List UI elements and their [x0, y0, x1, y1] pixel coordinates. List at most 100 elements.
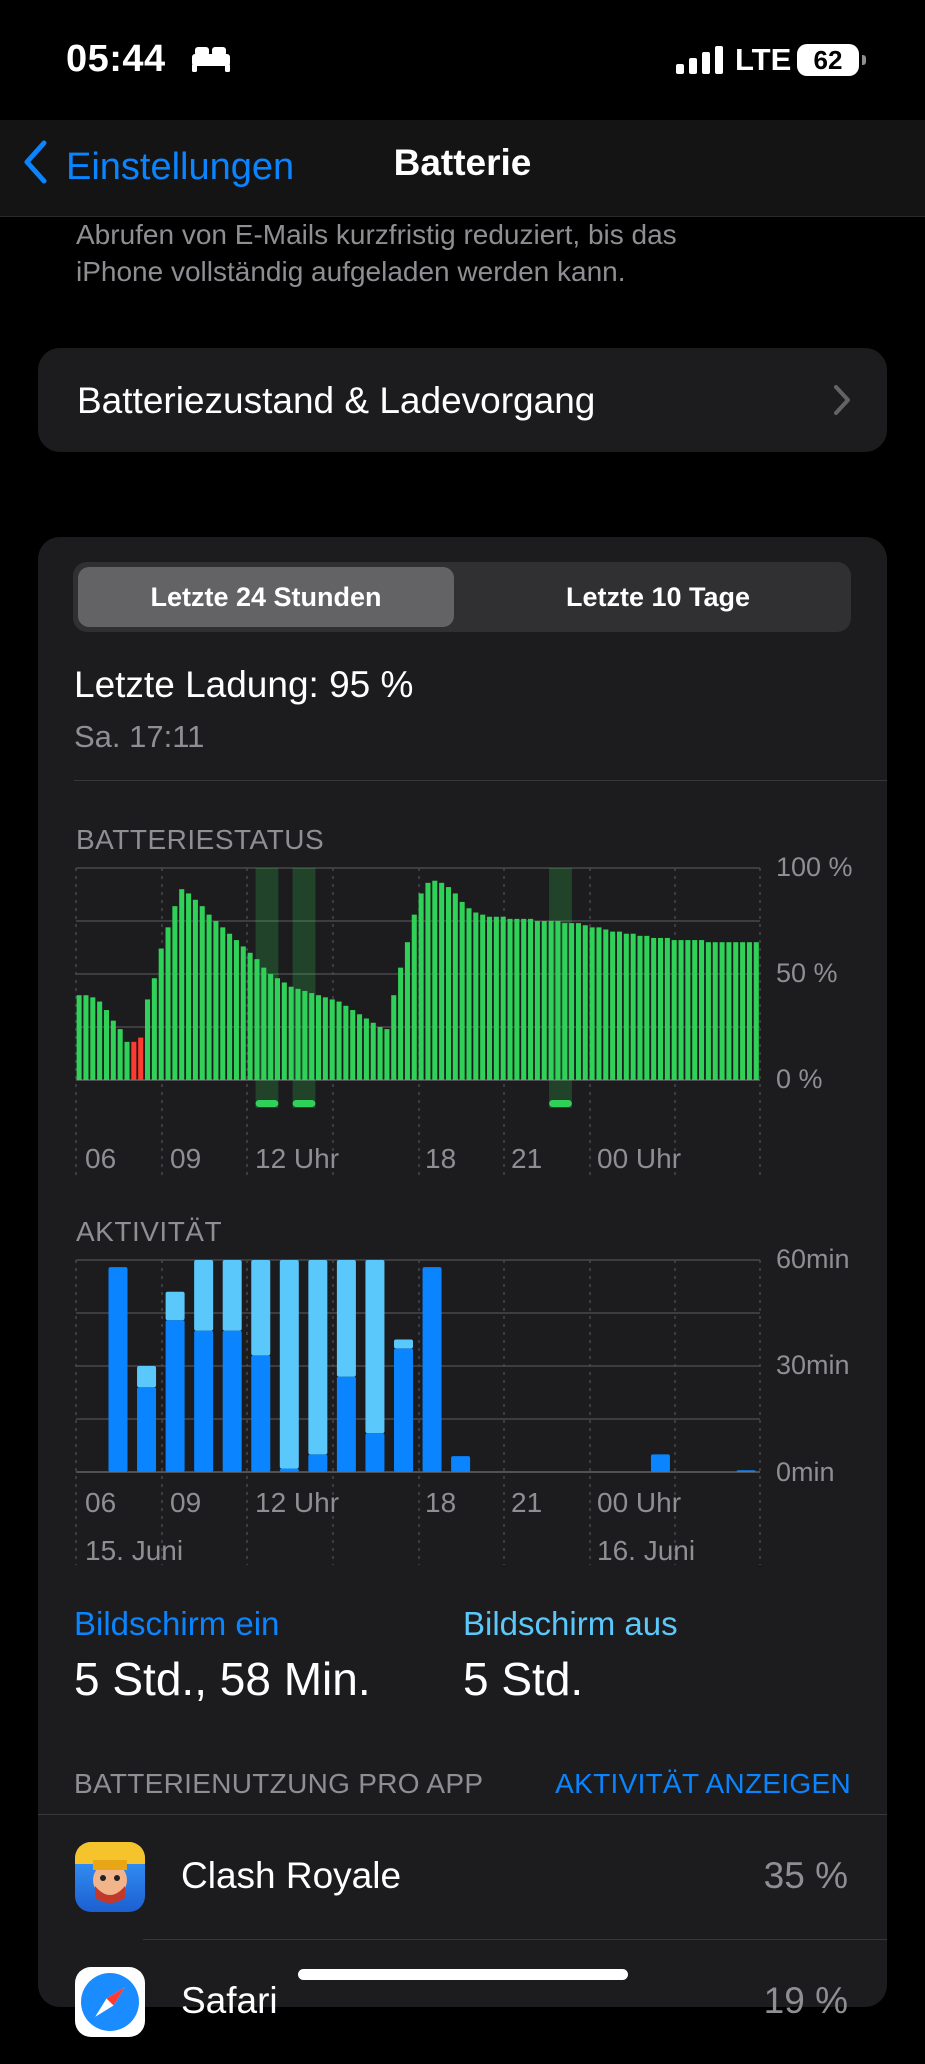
show-activity-link[interactable]: AKTIVITÄT ANZEIGEN: [555, 1768, 851, 1800]
screen-off-bar: [394, 1339, 413, 1349]
battery-health-row[interactable]: Batteriezustand & Ladevorgang: [38, 348, 887, 452]
battery-bar: [192, 899, 198, 1080]
list-item[interactable]: Safari 19 %: [38, 1940, 887, 2064]
battery-bar: [541, 921, 547, 1080]
battery-x-label: 06: [85, 1143, 117, 1174]
battery-bar: [131, 1041, 137, 1080]
battery-bar: [103, 1010, 109, 1080]
battery-bar: [658, 937, 664, 1080]
battery-bar: [548, 921, 554, 1080]
activity-x-label: 09: [170, 1487, 202, 1518]
activity-chart-header: AKTIVITÄT: [76, 1216, 223, 1247]
battery-bar: [240, 946, 246, 1080]
battery-bar: [651, 937, 657, 1080]
battery-y-label: 100 %: [776, 852, 853, 882]
activity-x-label: 18: [425, 1487, 457, 1518]
bed-icon: [190, 44, 232, 79]
segment-last-10-days[interactable]: Letzte 10 Tage: [470, 567, 846, 627]
screen-off-label: Bildschirm aus: [463, 1605, 678, 1642]
screen-on-bar: [451, 1456, 471, 1472]
segment-last-24-hours[interactable]: Letzte 24 Stunden: [78, 567, 454, 627]
app-percent: 19 %: [763, 1980, 848, 2021]
battery-bar: [124, 1041, 130, 1080]
battery-bar: [117, 1029, 123, 1080]
battery-x-label: 00 Uhr: [597, 1143, 682, 1174]
battery-bar: [227, 933, 233, 1080]
battery-bar: [534, 921, 540, 1080]
battery-bar: [432, 880, 438, 1080]
battery-x-label: 12 Uhr: [255, 1143, 340, 1174]
battery-bar: [404, 942, 410, 1080]
battery-bar: [487, 916, 493, 1080]
battery-bar: [439, 882, 445, 1080]
battery-bar: [733, 942, 739, 1080]
battery-bar: [582, 925, 588, 1080]
page-title: Batterie: [393, 142, 532, 183]
battery-bar: [712, 942, 718, 1080]
screen-off-bar: [308, 1260, 328, 1455]
battery-bar: [528, 918, 534, 1080]
battery-bar: [268, 974, 274, 1080]
battery-bar: [452, 893, 458, 1080]
battery-bar: [480, 914, 486, 1080]
screen-on-bar: [650, 1454, 670, 1472]
battery-bar: [603, 929, 609, 1080]
home-indicator[interactable]: [298, 1969, 628, 1980]
screen-on-value: 5 Std., 58 Min.: [74, 1653, 371, 1705]
battery-bar: [302, 990, 308, 1080]
battery-bar: [254, 959, 260, 1080]
battery-bar: [377, 1027, 383, 1080]
list-item[interactable]: Clash Royale 35 %: [38, 1815, 887, 1939]
chevron-right-icon: [833, 384, 851, 421]
battery-bar: [562, 923, 568, 1080]
battery-bar: [575, 923, 581, 1080]
screen-on-bar: [108, 1267, 128, 1472]
activity-date-label: 16. Juni: [597, 1535, 696, 1566]
battery-bar: [466, 908, 472, 1080]
battery-bar: [671, 940, 677, 1080]
battery-bar: [596, 927, 602, 1080]
battery-bar: [664, 937, 670, 1080]
battery-bar: [753, 942, 759, 1080]
screen-on-bar: [137, 1387, 157, 1472]
last-charge-label: Letzte Ladung: 95 %: [74, 664, 414, 705]
battery-bar: [165, 927, 171, 1080]
battery-bar: [685, 940, 691, 1080]
intro-text-line: Abrufen von E-Mails kurzfristig reduzier…: [76, 219, 677, 250]
app-name: Clash Royale: [181, 1855, 402, 1896]
screen-on-bar: [736, 1470, 756, 1472]
screen-on-bar: [251, 1355, 271, 1472]
battery-bar: [610, 931, 616, 1080]
battery-bar: [97, 1001, 103, 1080]
battery-bar: [186, 893, 192, 1080]
activity-x-label: 00 Uhr: [597, 1487, 682, 1518]
signal-bars-icon: [676, 46, 724, 79]
battery-bar: [616, 931, 622, 1080]
battery-bar: [493, 916, 499, 1080]
navigation-bar: Einstellungen Batterie: [0, 120, 925, 217]
battery-bar: [343, 1005, 349, 1080]
screen-on-bar: [279, 1468, 299, 1472]
battery-bar: [521, 918, 527, 1080]
screen-off-bar: [165, 1291, 185, 1321]
battery-bar: [90, 997, 96, 1080]
battery-bar: [569, 923, 575, 1080]
battery-bar: [213, 921, 219, 1080]
app-name: Safari: [181, 1980, 278, 2021]
battery-bar: [398, 967, 404, 1080]
last-charge-date: Sa. 17:11: [74, 719, 205, 754]
screen-on-bar: [365, 1433, 385, 1472]
battery-bar: [288, 986, 294, 1080]
period-segmented-control: Letzte 24 Stunden Letzte 10 Tage: [73, 562, 851, 632]
battery-bar: [281, 982, 287, 1080]
battery-bar: [138, 1037, 144, 1080]
screen-on-bar: [165, 1320, 185, 1472]
screen-on-bar: [194, 1330, 214, 1472]
battery-y-label: 0 %: [776, 1064, 823, 1094]
app-usage-header: BATTERIENUTZUNG PRO APP: [74, 1768, 484, 1799]
charging-indicator: [255, 1100, 279, 1107]
battery-bar: [233, 940, 239, 1080]
battery-bar: [411, 914, 417, 1080]
app-percent: 35 %: [763, 1855, 848, 1896]
network-type: LTE: [735, 42, 792, 77]
